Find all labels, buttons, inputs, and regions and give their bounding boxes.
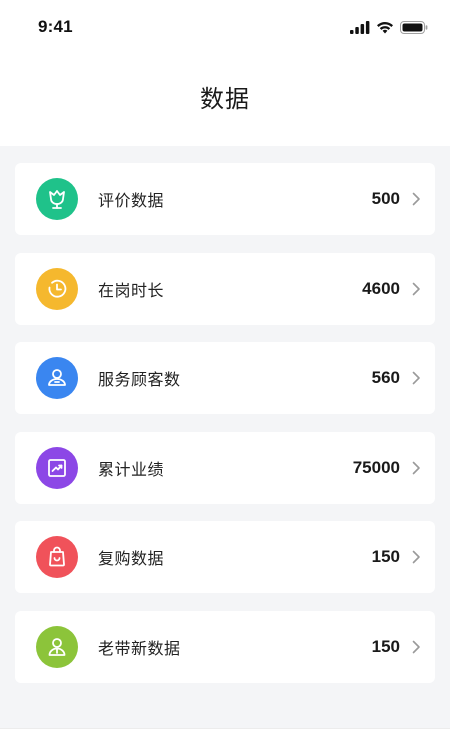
clock-icon xyxy=(36,267,78,310)
flower-icon xyxy=(36,178,78,220)
item-label: 复购数据 xyxy=(98,549,165,568)
list-item-referral-data[interactable]: 老带新数据 150 xyxy=(15,610,435,683)
list-item-cumulative-sales[interactable]: 累计业绩 75000 xyxy=(15,431,435,504)
chevron-right-icon xyxy=(412,461,421,475)
list-item-repurchase-data[interactable]: 复购数据 150 xyxy=(15,521,435,593)
item-value: 560 xyxy=(371,368,400,387)
page-header: 数据 xyxy=(0,52,450,146)
item-label: 服务顾客数 xyxy=(98,370,181,389)
item-value: 4600 xyxy=(362,278,400,298)
chevron-right-icon xyxy=(412,282,421,296)
item-value: 75000 xyxy=(352,457,400,477)
item-label: 评价数据 xyxy=(98,191,165,210)
chevron-right-icon xyxy=(412,640,421,654)
status-bar: 9:41 xyxy=(0,0,450,54)
item-label: 累计业绩 xyxy=(98,459,165,479)
item-label: 老带新数据 xyxy=(98,638,181,658)
customer-icon xyxy=(36,357,78,399)
status-time: 9:41 xyxy=(38,17,73,36)
list-item-review-data[interactable]: 评价数据 500 xyxy=(15,163,435,235)
user-badge-icon xyxy=(36,625,78,668)
chevron-right-icon xyxy=(412,550,421,564)
wifi-icon xyxy=(377,21,393,33)
trend-chart-icon xyxy=(36,446,78,489)
signal-icon xyxy=(350,20,370,34)
item-value: 150 xyxy=(371,636,400,656)
list-item-on-duty-time[interactable]: 在岗时长 4600 xyxy=(15,252,435,325)
item-value: 150 xyxy=(371,547,400,566)
bottom-bar xyxy=(0,728,450,750)
item-value: 500 xyxy=(371,189,400,208)
battery-icon xyxy=(400,20,428,34)
status-icons xyxy=(350,20,428,34)
chevron-right-icon xyxy=(412,371,421,385)
page-title: 数据 xyxy=(200,84,250,113)
list-item-customers-served[interactable]: 服务顾客数 560 xyxy=(15,342,435,414)
shopping-bag-icon xyxy=(36,536,78,578)
chevron-right-icon xyxy=(412,192,421,206)
data-list: 评价数据 500 在岗时长 4600 服务顾客数 560 累计业绩 75000 … xyxy=(0,146,450,683)
item-label: 在岗时长 xyxy=(98,280,165,300)
